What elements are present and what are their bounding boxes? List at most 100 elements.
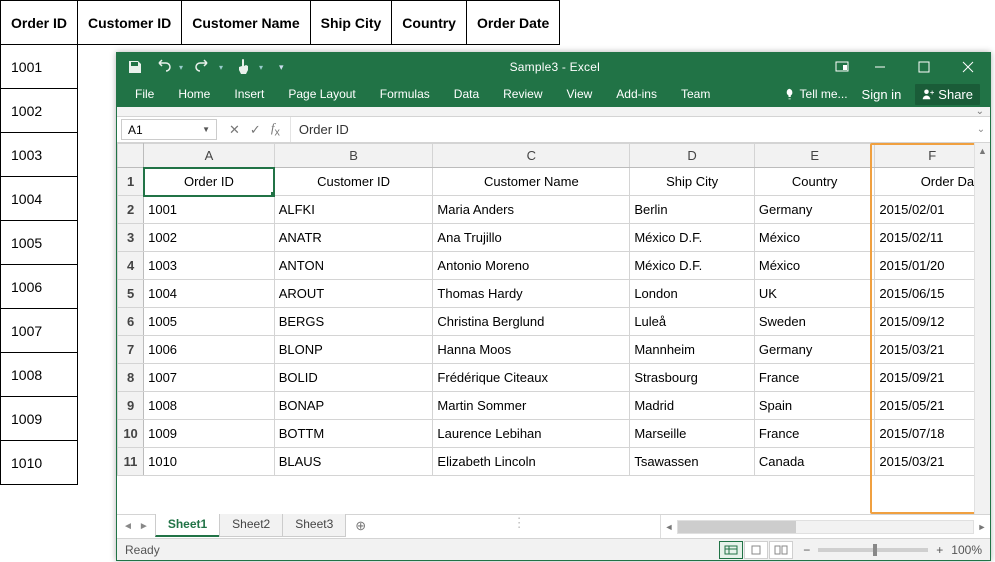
row-header[interactable]: 7: [118, 336, 144, 364]
name-box[interactable]: A1▼: [121, 119, 217, 140]
cell[interactable]: ANTON: [274, 252, 433, 280]
touch-mode-icon[interactable]: [235, 59, 251, 75]
maximize-button[interactable]: [902, 53, 946, 81]
row-header[interactable]: 3: [118, 224, 144, 252]
formula-input[interactable]: Order ID: [291, 117, 972, 142]
cell[interactable]: Spain: [754, 392, 875, 420]
cell[interactable]: Country: [754, 168, 875, 196]
row-header[interactable]: 9: [118, 392, 144, 420]
cell[interactable]: 1003: [144, 252, 275, 280]
ribbon-tab-home[interactable]: Home: [166, 83, 222, 105]
cell[interactable]: UK: [754, 280, 875, 308]
cell[interactable]: Canada: [754, 448, 875, 476]
zoom-slider[interactable]: [818, 548, 928, 552]
cell[interactable]: BOTTM: [274, 420, 433, 448]
cell[interactable]: 2015/03/21: [875, 336, 990, 364]
redo-dropdown-icon[interactable]: ▾: [219, 63, 223, 72]
ribbon-tab-view[interactable]: View: [555, 83, 605, 105]
zoom-out-button[interactable]: −: [803, 543, 810, 557]
cell[interactable]: Martin Sommer: [433, 392, 630, 420]
row-header[interactable]: 6: [118, 308, 144, 336]
ribbon-tab-add-ins[interactable]: Add-ins: [604, 83, 669, 105]
cell[interactable]: 1004: [144, 280, 275, 308]
cell[interactable]: Strasbourg: [630, 364, 755, 392]
cell[interactable]: 2015/07/18: [875, 420, 990, 448]
spreadsheet-grid[interactable]: ABCDEF 1Order IDCustomer IDCustomer Name…: [117, 143, 990, 476]
vertical-scrollbar[interactable]: ▲: [974, 143, 990, 514]
cell[interactable]: BLAUS: [274, 448, 433, 476]
column-header-c[interactable]: C: [433, 144, 630, 168]
sheet-tab-sheet1[interactable]: Sheet1: [155, 514, 220, 537]
cell[interactable]: Germany: [754, 196, 875, 224]
fx-icon[interactable]: fx: [271, 120, 280, 139]
cell[interactable]: 2015/09/21: [875, 364, 990, 392]
cell[interactable]: London: [630, 280, 755, 308]
cell[interactable]: Laurence Lebihan: [433, 420, 630, 448]
ribbon-tab-data[interactable]: Data: [442, 83, 491, 105]
cell[interactable]: 2015/01/20: [875, 252, 990, 280]
cell[interactable]: Tsawassen: [630, 448, 755, 476]
row-header[interactable]: 4: [118, 252, 144, 280]
cell[interactable]: 2015/02/11: [875, 224, 990, 252]
cell[interactable]: ALFKI: [274, 196, 433, 224]
cell[interactable]: Sweden: [754, 308, 875, 336]
ribbon-tab-insert[interactable]: Insert: [222, 83, 276, 105]
horizontal-scrollbar[interactable]: ◄ ►: [660, 515, 990, 538]
cell[interactable]: Marseille: [630, 420, 755, 448]
cell[interactable]: México: [754, 224, 875, 252]
sign-in-link[interactable]: Sign in: [862, 87, 902, 102]
cell[interactable]: 1007: [144, 364, 275, 392]
minimize-button[interactable]: [858, 53, 902, 81]
cell[interactable]: Berlin: [630, 196, 755, 224]
column-header-e[interactable]: E: [754, 144, 875, 168]
cancel-formula-icon[interactable]: ✕: [229, 122, 240, 138]
cell[interactable]: BERGS: [274, 308, 433, 336]
cell[interactable]: México D.F.: [630, 224, 755, 252]
undo-icon[interactable]: [155, 59, 171, 75]
cell[interactable]: Ana Trujillo: [433, 224, 630, 252]
ribbon-tab-review[interactable]: Review: [491, 83, 554, 105]
ribbon-expand-icon[interactable]: ⌄: [976, 106, 984, 117]
row-header[interactable]: 10: [118, 420, 144, 448]
cell[interactable]: Thomas Hardy: [433, 280, 630, 308]
tell-me[interactable]: Tell me...: [784, 87, 847, 101]
cell[interactable]: 1001: [144, 196, 275, 224]
new-sheet-button[interactable]: ⊕: [345, 515, 376, 538]
cell[interactable]: Mannheim: [630, 336, 755, 364]
scroll-right-icon[interactable]: ►: [974, 522, 990, 532]
undo-dropdown-icon[interactable]: ▾: [179, 63, 183, 72]
cell[interactable]: ANATR: [274, 224, 433, 252]
page-break-view-button[interactable]: [769, 541, 793, 559]
scroll-left-icon[interactable]: ◄: [661, 522, 677, 532]
save-icon[interactable]: [127, 59, 143, 75]
cell[interactable]: México: [754, 252, 875, 280]
column-header-a[interactable]: A: [144, 144, 275, 168]
cell[interactable]: Ship City: [630, 168, 755, 196]
cell[interactable]: BOLID: [274, 364, 433, 392]
cell[interactable]: Frédérique Citeaux: [433, 364, 630, 392]
cell[interactable]: 1009: [144, 420, 275, 448]
sheet-nav-next-icon[interactable]: ►: [139, 521, 149, 532]
chevron-down-icon[interactable]: ▼: [202, 125, 210, 134]
cell[interactable]: México D.F.: [630, 252, 755, 280]
cell[interactable]: France: [754, 420, 875, 448]
cell[interactable]: Christina Berglund: [433, 308, 630, 336]
cell[interactable]: France: [754, 364, 875, 392]
row-header[interactable]: 1: [118, 168, 144, 196]
cell[interactable]: Customer Name: [433, 168, 630, 196]
cell[interactable]: Order Date: [875, 168, 990, 196]
sheet-nav-prev-icon[interactable]: ◄: [123, 521, 133, 532]
sheet-tab-sheet3[interactable]: Sheet3: [282, 514, 346, 537]
touch-dropdown-icon[interactable]: ▾: [259, 63, 263, 72]
scroll-up-icon[interactable]: ▲: [975, 143, 990, 159]
cell[interactable]: 2015/02/01: [875, 196, 990, 224]
cell[interactable]: 1006: [144, 336, 275, 364]
cell[interactable]: 1010: [144, 448, 275, 476]
cell[interactable]: BLONP: [274, 336, 433, 364]
cell[interactable]: 1008: [144, 392, 275, 420]
cell[interactable]: Hanna Moos: [433, 336, 630, 364]
ribbon-tab-formulas[interactable]: Formulas: [368, 83, 442, 105]
cell[interactable]: Madrid: [630, 392, 755, 420]
enter-formula-icon[interactable]: ✓: [250, 122, 261, 138]
row-header[interactable]: 5: [118, 280, 144, 308]
